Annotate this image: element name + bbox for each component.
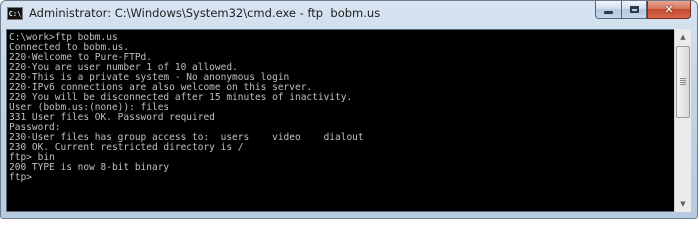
close-button[interactable]: ✕ — [647, 1, 691, 19]
maximize-button[interactable] — [621, 1, 647, 19]
cmd-window: C:\ Administrator: C:\Windows\System32\c… — [0, 0, 698, 219]
minimize-button[interactable] — [595, 1, 621, 19]
console-line: 230 OK. Current restricted directory is … — [9, 142, 244, 153]
minimize-icon — [604, 11, 613, 14]
console-output[interactable]: C:\work>ftp bobm.us Connected to bobm.us.… — [6, 29, 675, 212]
vertical-scrollbar[interactable]: ▲ ▼ — [674, 29, 691, 212]
scrollbar-grip-icon — [680, 78, 686, 85]
scroll-down-arrow-icon[interactable]: ▼ — [675, 196, 691, 212]
console-line: 200 TYPE is now 8-bit binary — [9, 162, 170, 173]
console-text: C:\work>ftp bobm.us Connected to bobm.us.… — [9, 33, 364, 183]
caption-buttons: ✕ — [595, 1, 691, 20]
scrollbar-thumb[interactable] — [676, 46, 690, 118]
cmd-icon[interactable]: C:\ — [7, 7, 23, 20]
maximize-icon — [629, 6, 639, 13]
console-line: ftp> — [9, 172, 32, 183]
title-bar[interactable]: C:\ Administrator: C:\Windows\System32\c… — [1, 1, 697, 28]
console-line: 331 User files OK. Password required — [9, 112, 215, 123]
scroll-up-arrow-icon[interactable]: ▲ — [675, 29, 691, 45]
close-icon: ✕ — [664, 3, 674, 16]
window-title: Administrator: C:\Windows\System32\cmd.e… — [29, 6, 381, 20]
